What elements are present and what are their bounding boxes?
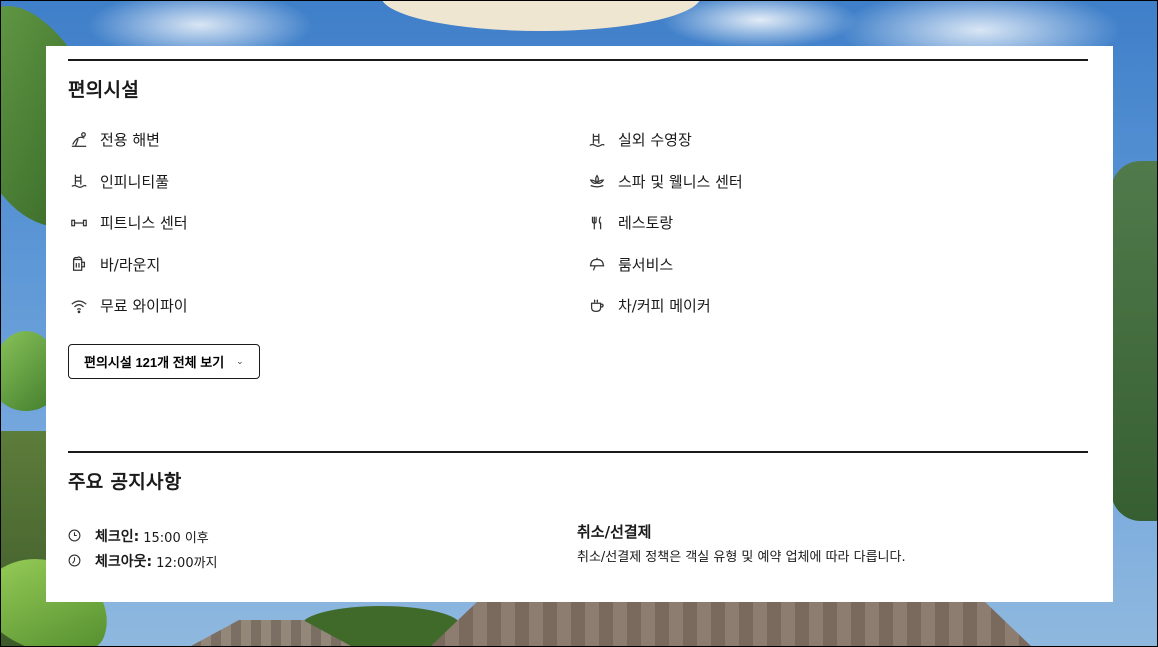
palm-tree	[1111, 161, 1157, 521]
amenity-outdoor-pool: 실외 수영장	[586, 119, 1088, 161]
section-divider	[68, 450, 1088, 453]
spa-icon	[586, 171, 608, 191]
room-service-icon	[586, 254, 608, 274]
amenities-title: 편의시설	[68, 79, 140, 101]
pool-icon	[586, 130, 608, 150]
checkout-value: 12:00까지	[156, 555, 218, 571]
amenity-infinity-pool: 인피니티풀	[68, 161, 586, 203]
cancellation-title: 취소/선결제	[577, 522, 652, 541]
amenities-list: 전용 해변 실외 수영장 인피니티풀 스파 및 웰니스 센터 피트니스 센터 레…	[68, 119, 1089, 327]
checkin-label: 체크인:	[95, 529, 140, 545]
clock-icon	[68, 529, 82, 543]
coffee-cup-icon	[586, 296, 608, 316]
clock-icon	[68, 554, 82, 568]
amenity-restaurant: 레스토랑	[586, 202, 1088, 244]
chevron-down-icon: ⌄	[236, 355, 244, 366]
villa-roof	[431, 600, 1031, 646]
checkin-value: 15:00 이후	[143, 530, 209, 546]
dumbbell-icon	[68, 213, 90, 233]
checkout-label: 체크아웃:	[95, 554, 153, 570]
amenity-fitness-center: 피트니스 센터	[68, 202, 586, 244]
beach-icon	[68, 130, 90, 150]
restaurant-icon	[586, 213, 608, 233]
checkin-checkout-info: 체크인: 15:00 이후 체크아웃: 12:00까지	[68, 524, 577, 574]
amenity-free-wifi: 무료 와이파이	[68, 285, 586, 327]
infinity-pool-icon	[68, 171, 90, 191]
umbrella-canopy	[381, 1, 701, 31]
amenity-spa: 스파 및 웰니스 센터	[586, 161, 1088, 203]
notices-grid: 체크인: 15:00 이후 체크아웃: 12:00까지 취소/선결제 취소/선결…	[68, 522, 1089, 574]
amenity-private-beach: 전용 해변	[68, 119, 586, 161]
amenity-tea-coffee-maker: 차/커피 메이커	[586, 285, 1088, 327]
wifi-icon	[68, 296, 90, 316]
beer-mug-icon	[68, 254, 90, 274]
checkout-row: 체크아웃: 12:00까지	[68, 549, 577, 574]
hotel-info-panel: 편의시설 전용 해변 실외 수영장 인피니티풀 스파 및 웰니스 센터 피트니스…	[46, 46, 1113, 602]
section-divider	[68, 59, 1088, 61]
show-all-amenities-button[interactable]: 편의시설 121개 전체 보기 ⌄	[68, 343, 260, 379]
amenity-bar-lounge: 바/라운지	[68, 244, 586, 286]
notices-title: 주요 공지사항	[68, 470, 182, 493]
show-all-amenities-label: 편의시설 121개 전체 보기	[84, 354, 225, 370]
cancellation-info: 취소/선결제 취소/선결제 정책은 객실 유형 및 예약 업체에 따라 다릅니다…	[577, 522, 1088, 574]
amenity-room-service: 룸서비스	[586, 244, 1088, 286]
cancellation-text: 취소/선결제 정책은 객실 유형 및 예약 업체에 따라 다릅니다.	[577, 549, 906, 565]
checkin-row: 체크인: 15:00 이후	[68, 524, 577, 549]
